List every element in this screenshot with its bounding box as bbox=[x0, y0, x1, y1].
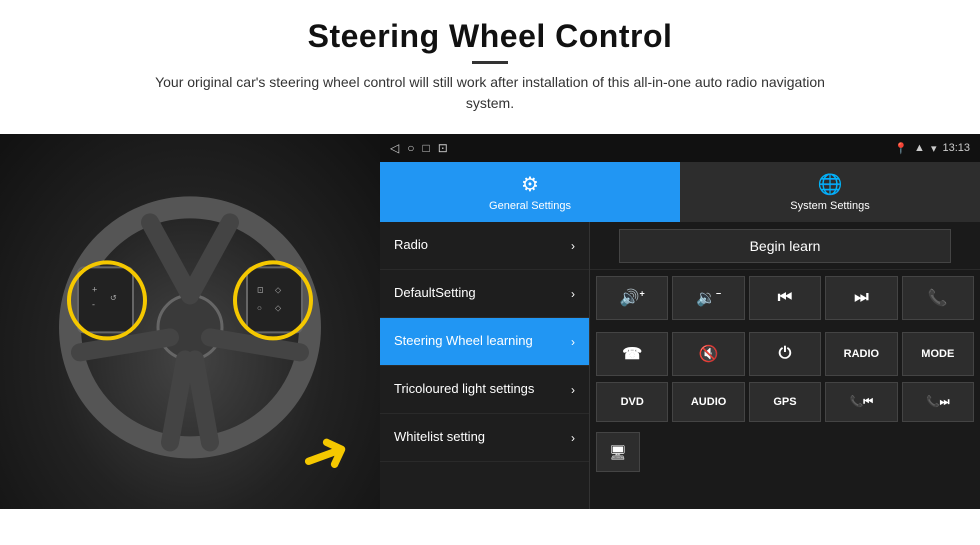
clock: 13:13 bbox=[942, 142, 970, 154]
wifi-icon: ▾ bbox=[931, 142, 937, 155]
prev-track-icon: ⏮ bbox=[778, 289, 792, 307]
menu-item-whitelist[interactable]: Whitelist setting › bbox=[380, 414, 589, 462]
mode-label: MODE bbox=[921, 348, 954, 360]
gps-label: GPS bbox=[773, 396, 796, 408]
tab-bar: ⚙ General Settings 🌐 System Settings bbox=[380, 162, 980, 222]
radio-button[interactable]: RADIO bbox=[825, 332, 897, 376]
chevron-icon-whitelist: › bbox=[571, 431, 575, 445]
dvd-button[interactable]: DVD bbox=[596, 382, 668, 422]
menu-whitelist-label: Whitelist setting bbox=[394, 429, 485, 446]
title-divider bbox=[472, 61, 508, 64]
steering-wheel-bg: + - ↺ ⊡ ◇ ○ ◇ ➜ bbox=[0, 134, 380, 509]
location-icon: 📍 bbox=[894, 142, 908, 155]
next-track-icon: ⏭ bbox=[854, 289, 868, 307]
next-track-button[interactable]: ⏭ bbox=[825, 276, 897, 320]
gear-icon: ⚙ bbox=[521, 172, 539, 197]
tel-next-icon: 📞⏭ bbox=[926, 395, 950, 409]
tel-next-button[interactable]: 📞⏭ bbox=[902, 382, 974, 422]
content-area: + - ↺ ⊡ ◇ ○ ◇ ➜ ◁ ○ □ bbox=[0, 134, 980, 509]
vol-up-button[interactable]: 🔊+ bbox=[596, 276, 668, 320]
vol-down-button[interactable]: 🔉− bbox=[672, 276, 744, 320]
status-left: ◁ ○ □ ⊡ bbox=[390, 141, 448, 155]
menu-item-radio[interactable]: Radio › bbox=[380, 222, 589, 270]
chevron-icon-steering: › bbox=[571, 335, 575, 349]
chevron-icon-radio: › bbox=[571, 239, 575, 253]
mute-button[interactable]: 🔇 bbox=[672, 332, 744, 376]
svg-text:◇: ◇ bbox=[275, 285, 282, 294]
hang-up-button[interactable]: ☎ bbox=[596, 332, 668, 376]
menu-default-label: DefaultSetting bbox=[394, 285, 476, 302]
tel-prev-icon: 📞⏮ bbox=[850, 395, 874, 409]
mode-button[interactable]: MODE bbox=[902, 332, 974, 376]
power-icon: ⏻ bbox=[779, 345, 792, 363]
tab-system[interactable]: 🌐 System Settings bbox=[680, 162, 980, 222]
phone-button[interactable]: 📞 bbox=[902, 276, 974, 320]
tab-general-label: General Settings bbox=[489, 200, 571, 212]
prev-track-button[interactable]: ⏮ bbox=[749, 276, 821, 320]
chevron-icon-tricoloured: › bbox=[571, 383, 575, 397]
audio-label: AUDIO bbox=[691, 396, 726, 408]
page-header: Steering Wheel Control Your original car… bbox=[0, 0, 980, 122]
page-subtitle: Your original car's steering wheel contr… bbox=[150, 72, 830, 114]
svg-text:◇: ◇ bbox=[275, 303, 282, 312]
recents-icon[interactable]: □ bbox=[422, 141, 429, 155]
svg-text:+: + bbox=[92, 284, 97, 294]
audio-button[interactable]: AUDIO bbox=[672, 382, 744, 422]
mute-icon: 🔇 bbox=[699, 344, 719, 364]
home-icon[interactable]: ○ bbox=[407, 141, 414, 155]
screen-button[interactable]: 🖥 bbox=[596, 432, 640, 472]
menu-list: Radio › DefaultSetting › Steering Wheel … bbox=[380, 222, 590, 509]
menu-item-default[interactable]: DefaultSetting › bbox=[380, 270, 589, 318]
menu-item-steering[interactable]: Steering Wheel learning › bbox=[380, 318, 589, 366]
phone-icon: 📞 bbox=[928, 288, 948, 308]
menu-tricoloured-label: Tricoloured light settings bbox=[394, 381, 534, 398]
android-ui: ◁ ○ □ ⊡ 📍 ▲ ▾ 13:13 ⚙ General Settings 🌐… bbox=[380, 134, 980, 509]
tab-system-label: System Settings bbox=[790, 200, 869, 212]
menu-steering-label: Steering Wheel learning bbox=[394, 333, 533, 350]
gps-button[interactable]: GPS bbox=[749, 382, 821, 422]
control-grid-row3: DVD AUDIO GPS 📞⏮ 📞⏭ bbox=[590, 382, 980, 428]
radio-label: RADIO bbox=[844, 348, 879, 360]
control-grid-row2: ☎ 🔇 ⏻ RADIO MODE bbox=[590, 326, 980, 382]
dvd-label: DVD bbox=[621, 396, 644, 408]
svg-text:⊡: ⊡ bbox=[257, 285, 264, 294]
steering-wheel-svg: + - ↺ ⊡ ◇ ○ ◇ bbox=[50, 192, 330, 462]
control-grid-row1: 🔊+ 🔉− ⏮ ⏭ 📞 bbox=[590, 270, 980, 326]
status-right: 📍 ▲ ▾ 13:13 bbox=[894, 142, 970, 155]
hang-up-icon: ☎ bbox=[622, 344, 642, 364]
signal-icon: ▲ bbox=[914, 142, 925, 154]
right-panel: Begin learn 🔊+ 🔉− ⏮ ⏭ bbox=[590, 222, 980, 509]
svg-text:↺: ↺ bbox=[110, 293, 117, 302]
vol-down-icon: 🔉− bbox=[696, 288, 721, 308]
tel-prev-button[interactable]: 📞⏮ bbox=[825, 382, 897, 422]
menu-radio-label: Radio bbox=[394, 237, 428, 254]
status-bar: ◁ ○ □ ⊡ 📍 ▲ ▾ 13:13 bbox=[380, 134, 980, 162]
svg-text:-: - bbox=[92, 299, 95, 309]
begin-learn-button[interactable]: Begin learn bbox=[619, 229, 951, 263]
apps-icon[interactable]: ⊡ bbox=[438, 141, 448, 155]
vol-up-icon: 🔊+ bbox=[620, 288, 645, 308]
steering-wheel-area: + - ↺ ⊡ ◇ ○ ◇ ➜ bbox=[0, 134, 380, 509]
screen-icon: 🖥 bbox=[609, 444, 627, 461]
chevron-icon-default: › bbox=[571, 287, 575, 301]
icon-row: 🖥 bbox=[590, 428, 980, 476]
page-title: Steering Wheel Control bbox=[0, 18, 980, 55]
arrow-overlay: ➜ bbox=[289, 413, 360, 496]
main-content: Radio › DefaultSetting › Steering Wheel … bbox=[380, 222, 980, 509]
svg-text:○: ○ bbox=[257, 303, 262, 312]
menu-item-tricoloured[interactable]: Tricoloured light settings › bbox=[380, 366, 589, 414]
power-button[interactable]: ⏻ bbox=[749, 332, 821, 376]
begin-learn-row: Begin learn bbox=[590, 222, 980, 270]
system-icon: 🌐 bbox=[818, 172, 843, 197]
tab-general[interactable]: ⚙ General Settings bbox=[380, 162, 680, 222]
back-icon[interactable]: ◁ bbox=[390, 141, 399, 155]
